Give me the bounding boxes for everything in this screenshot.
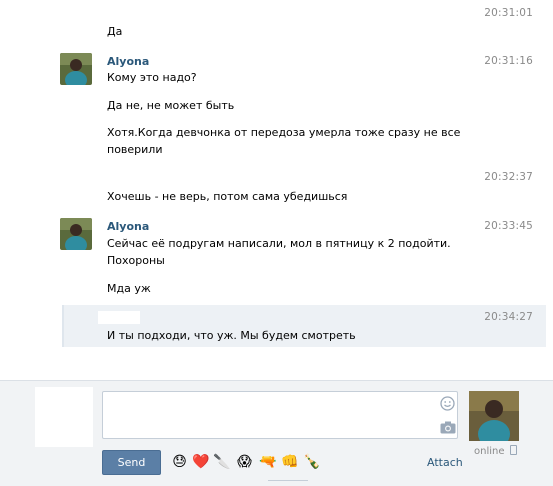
camera-icon[interactable] [440, 421, 456, 437]
message-text: Похороны [107, 254, 165, 267]
message-time: 20:31:16 [484, 55, 533, 67]
sender-avatar-placeholder [35, 387, 93, 447]
message-text: Мда уж [107, 282, 151, 295]
author-name[interactable]: Alyona [107, 220, 149, 233]
mobile-icon [509, 445, 517, 455]
avatar[interactable] [60, 218, 92, 250]
attach-link[interactable]: Attach [427, 456, 463, 469]
message-text: Хочешь - не верь, потом сама убедишься [107, 190, 348, 203]
send-button[interactable]: Send [102, 450, 161, 475]
emoji-sweat-icon[interactable]: 😓 [171, 454, 188, 471]
emoji-gun-icon[interactable]: 🔫 [259, 454, 276, 471]
author-name[interactable]: Alyona [107, 55, 149, 68]
message-time: 20:34:27 [484, 311, 533, 323]
emoji-heart-icon[interactable]: ❤️ [192, 454, 209, 471]
message-time: 20:33:45 [484, 220, 533, 232]
avatar[interactable] [469, 391, 519, 441]
message-text: Сейчас её подругам написали, мол в пятни… [107, 237, 451, 250]
message-time: 20:31:01 [484, 7, 533, 19]
emoji-bottle-icon[interactable]: 🍾 [303, 454, 320, 471]
sender-name-redacted [98, 311, 140, 324]
online-status: online [474, 445, 517, 457]
emoji-fist-icon[interactable]: 👊 [281, 454, 298, 471]
message-text: поверили [107, 143, 163, 156]
divider [268, 480, 308, 486]
message-input[interactable] [102, 391, 458, 439]
message-text: Да [107, 25, 123, 38]
smile-icon[interactable] [440, 396, 455, 414]
emoji-knife-icon[interactable]: 🔪 [213, 454, 230, 471]
message-text: Кому это надо? [107, 71, 197, 84]
message-text: И ты подходи, что уж. Мы будем смотреть [107, 329, 356, 342]
message-text: Хотя.Когда девчонка от передоза умерла т… [107, 126, 461, 139]
online-status-label: online [474, 446, 505, 457]
emoji-scream-icon[interactable]: 😱 [236, 454, 253, 471]
message-text: Да не, не может быть [107, 99, 235, 112]
avatar[interactable] [60, 53, 92, 85]
message-time: 20:32:37 [484, 171, 533, 183]
